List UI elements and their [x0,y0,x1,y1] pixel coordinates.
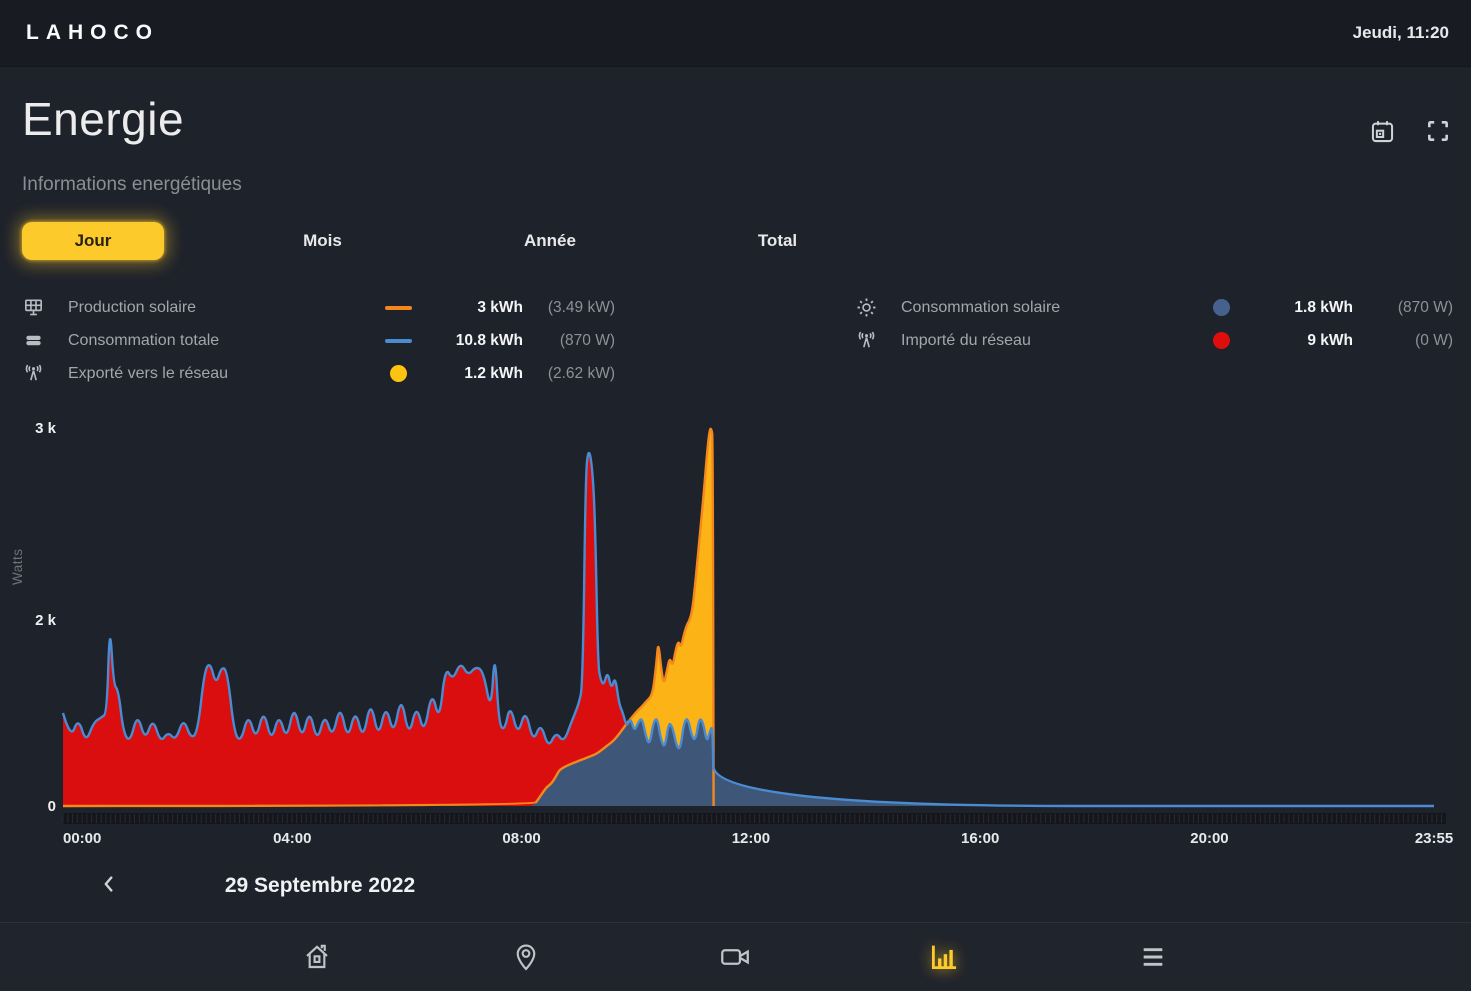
y-tick-label: 2 k [35,612,57,629]
antenna-icon [855,329,901,352]
legend-label: Exporté vers le réseau [68,365,368,383]
legend-row-consommation-totale: Consommation totale 10.8 kWh (870 W) [22,324,617,357]
legend-label: Consommation solaire [901,299,1191,317]
nav-items [300,923,1170,991]
legend-value: 3 kWh [428,299,523,317]
yellow-dot-swatch [390,365,407,382]
chart-area: 00:00 04:00 08:00 12:00 16:00 20:00 23:55 0 2 k 3… [0,415,1471,860]
period-tabs: Jour Mois Année Total [0,222,1471,264]
previous-day-button[interactable] [92,869,126,903]
legend-row-exporte: Exporté vers le réseau 1.2 kWh (2.62 kW) [22,357,617,390]
legend-row-importe: Importé du réseau 9 kWh (0 W) [855,324,1455,357]
orange-line-swatch [385,306,412,310]
legend-swatch [1191,332,1251,349]
x-tick-label: 16:00 [961,830,999,847]
steel-dot-swatch [1213,299,1230,316]
equals-icon [22,329,68,352]
calendar-icon[interactable] [1367,116,1397,146]
legend-value: 1.8 kWh [1251,299,1353,317]
x-tick-label: 04:00 [273,830,311,847]
legend-value: 1.2 kWh [428,365,523,383]
current-date: 29 Septembre 2022 [150,874,490,898]
legend-power: (2.62 kW) [523,365,615,383]
page-title: Energie [22,92,184,146]
bottom-navigation [0,922,1471,991]
sun-icon [855,296,901,319]
chart-icon[interactable] [927,940,961,974]
y-tick-label: 3 k [35,420,57,437]
legend-label: Consommation totale [68,332,368,350]
x-tick-label: 08:00 [502,830,540,847]
legend-label: Production solaire [68,299,368,317]
title-actions [1367,116,1453,146]
legend-row-production: Production solaire 3 kWh (3.49 kW) [22,291,617,324]
legend-power: (870 W) [523,332,615,350]
solar-panel-icon [22,296,68,319]
x-tick-label: 00:00 [63,830,101,847]
legend-value: 10.8 kWh [428,332,523,350]
fullscreen-icon[interactable] [1423,116,1453,146]
x-tick-label: 23:55 [1415,830,1453,847]
import-area [63,453,1434,806]
blue-line-swatch [385,339,412,343]
legend-value: 9 kWh [1251,332,1353,350]
red-dot-swatch [1213,332,1230,349]
legend-swatch [1191,299,1251,316]
menu-icon[interactable] [1136,940,1170,974]
tab-annee[interactable]: Année [505,222,595,260]
brand-logo: LAHOCO [26,21,159,45]
home-icon[interactable] [300,940,334,974]
x-tick-label: 20:00 [1190,830,1228,847]
tab-mois[interactable]: Mois [280,222,365,260]
legend-swatch [368,306,428,310]
legend-swatch [368,365,428,382]
top-bar: LAHOCO Jeudi, 11:20 [0,0,1471,67]
tab-jour[interactable]: Jour [22,222,164,260]
legend-left: Production solaire 3 kWh (3.49 kW) Conso… [22,291,617,390]
legend-power: (3.49 kW) [523,299,615,317]
legend-row-consommation-solaire: Consommation solaire 1.8 kWh (870 W) [855,291,1455,324]
app-root: LAHOCO Jeudi, 11:20 Energie Informations… [0,0,1471,991]
legend-swatch [368,339,428,343]
y-tick-label: 0 [48,798,56,815]
energy-chart: 00:00 04:00 08:00 12:00 16:00 20:00 23:55 0 2 k 3… [0,415,1471,860]
legend-right: Consommation solaire 1.8 kWh (870 W) Imp… [855,291,1455,357]
x-tick-label: 12:00 [732,830,770,847]
antenna-icon [22,362,68,385]
camera-icon[interactable] [718,940,752,974]
legend-power: (0 W) [1353,332,1453,350]
date-time: Jeudi, 11:20 [1353,23,1449,43]
location-icon[interactable] [509,940,543,974]
page-subtitle: Informations energétiques [22,174,242,196]
tab-total[interactable]: Total [735,222,820,260]
legend-label: Importé du réseau [901,332,1191,350]
legend-power: (870 W) [1353,299,1453,317]
